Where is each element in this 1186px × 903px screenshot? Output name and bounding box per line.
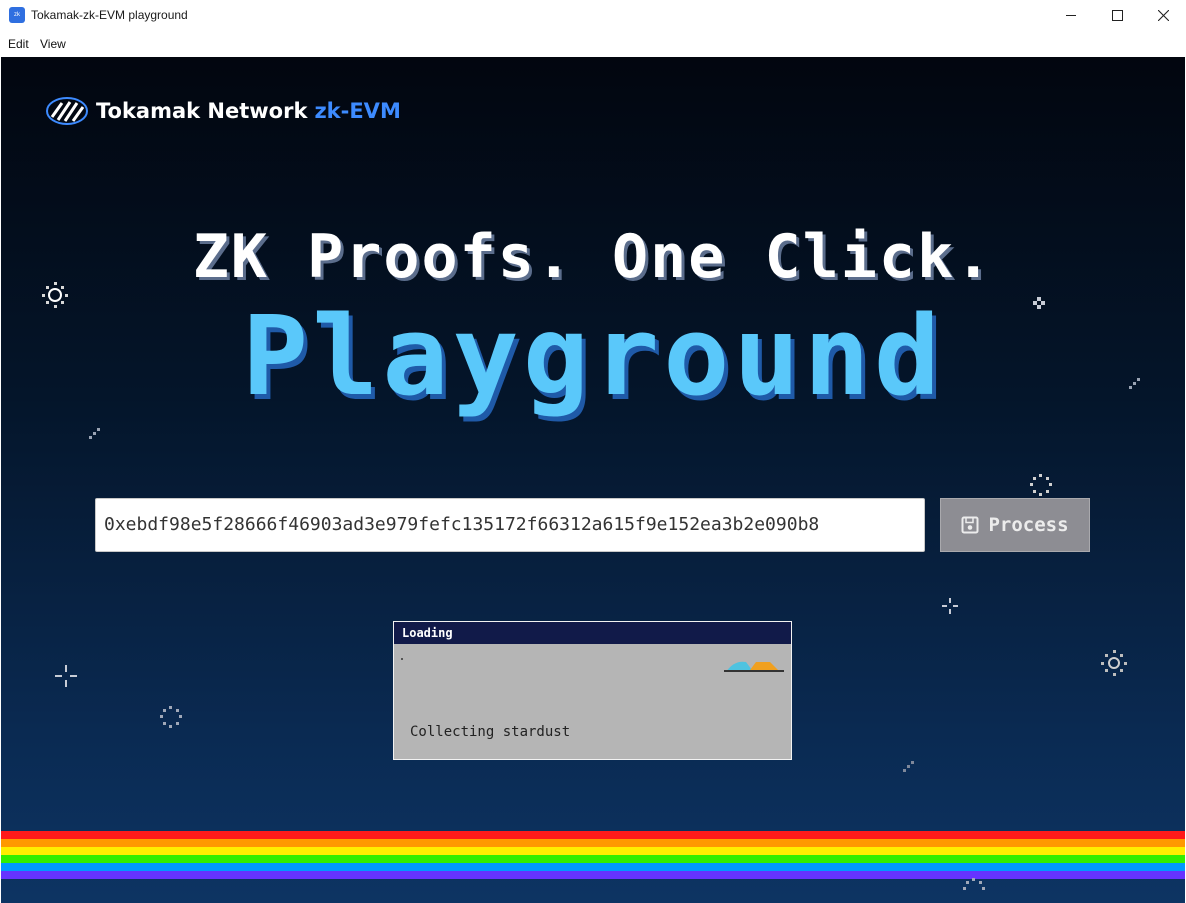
brand-name: Tokamak Network <box>96 99 308 123</box>
rainbow-band <box>1 863 1185 871</box>
rainbow-band <box>1 855 1185 863</box>
rainbow-band <box>1 839 1185 847</box>
star-icon <box>89 428 100 439</box>
star-icon <box>963 878 985 890</box>
star-icon <box>1101 650 1127 676</box>
star-icon <box>42 282 68 308</box>
save-icon <box>961 516 979 534</box>
tx-hash-input[interactable] <box>95 498 925 552</box>
menu-edit[interactable]: Edit <box>8 37 29 51</box>
star-icon <box>1033 297 1045 309</box>
star-icon <box>1129 378 1140 389</box>
maximize-icon <box>1111 10 1123 21</box>
rainbow-band <box>1 871 1185 879</box>
maximize-button[interactable] <box>1094 0 1140 31</box>
rainbow-band <box>1 831 1185 839</box>
star-icon <box>1030 474 1052 496</box>
title-bar: zk Tokamak-zk-EVM playground <box>0 0 1186 31</box>
star-icon <box>55 665 77 687</box>
minimize-button[interactable] <box>1048 0 1094 31</box>
app-icon: zk <box>9 7 25 23</box>
hero-title: Playground <box>241 292 945 420</box>
process-label: Process <box>988 514 1069 536</box>
rainbow-band <box>1 847 1185 855</box>
progress-dot <box>401 658 403 660</box>
minimize-icon <box>1066 15 1076 16</box>
app-canvas: Tokamak Network zk-EVM ZK Proofs. One Cl… <box>1 57 1185 903</box>
loading-status: Collecting stardust <box>410 724 571 740</box>
process-button[interactable]: Process <box>940 498 1090 552</box>
brand-header[interactable]: Tokamak Network zk-EVM <box>46 97 401 125</box>
close-icon <box>1157 10 1169 21</box>
tokamak-logo-icon <box>46 97 88 125</box>
star-icon <box>160 706 182 728</box>
brand-product: zk-EVM <box>314 99 401 123</box>
star-icon <box>903 761 914 772</box>
loading-title: Loading <box>394 622 791 644</box>
star-icon <box>942 598 958 614</box>
menu-view[interactable]: View <box>40 37 66 51</box>
menu-bar: Edit View <box>0 31 1186 57</box>
hero-tagline: ZK Proofs. One Click. <box>192 222 994 292</box>
loading-dialog: Loading Collecting stardust <box>393 621 792 760</box>
rainbow-trail <box>1 831 1185 889</box>
nyan-cat-icon <box>724 661 784 672</box>
close-button[interactable] <box>1140 0 1186 31</box>
window-title: Tokamak-zk-EVM playground <box>31 8 188 22</box>
